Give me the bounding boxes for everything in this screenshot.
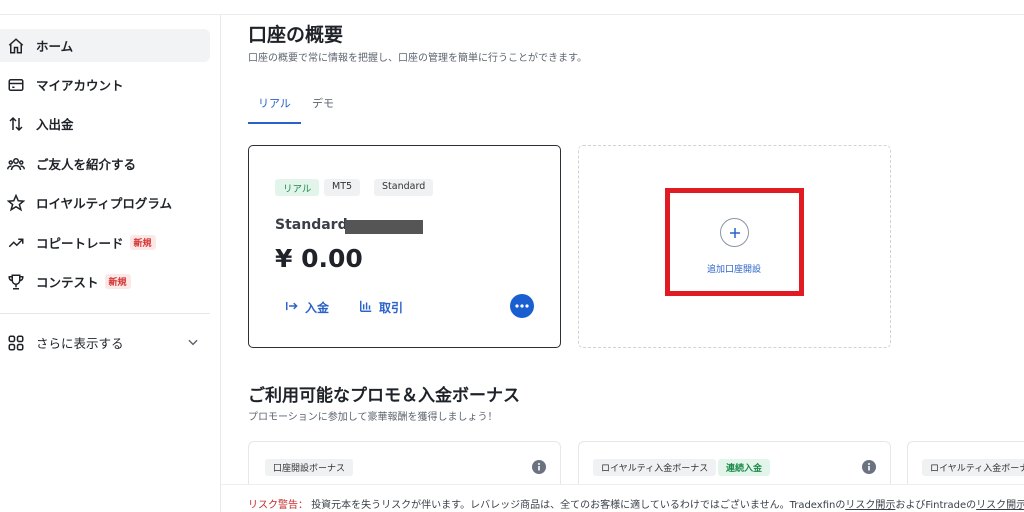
page-subtitle: 口座の概要で常に情報を把握し、口座の管理を簡単に行うことができます。 — [248, 53, 587, 64]
promo-tag: ロイヤルティ入金ボーナス — [593, 459, 717, 476]
wallet-icon — [6, 75, 26, 95]
redacted-account-number — [345, 220, 423, 234]
sidebar-item-my-account[interactable]: マイアカウント — [0, 68, 210, 101]
account-balance: ¥ 0.00 — [275, 244, 363, 273]
users-icon — [6, 154, 26, 174]
sidebar-item-label: コンテスト — [36, 275, 99, 290]
new-badge: 新規 — [129, 235, 156, 250]
promo-extra-tag: 連続入金 — [718, 459, 771, 476]
sidebar-item-copy-trade[interactable]: コピートレード 新規 — [0, 226, 210, 259]
trend-up-icon — [6, 233, 26, 253]
sidebar-item-refer-friends[interactable]: ご友人を紹介する — [0, 147, 210, 180]
page-title: 口座の概要 — [248, 24, 344, 46]
info-icon[interactable] — [862, 459, 876, 478]
trade-button[interactable]: 取引 — [359, 297, 403, 317]
sidebar-item-show-more[interactable]: さらに表示する — [0, 326, 210, 359]
new-badge: 新規 — [104, 274, 131, 289]
grid-icon — [6, 333, 26, 353]
sidebar-item-deposit-withdraw[interactable]: 入出金 — [0, 107, 210, 140]
promo-subtitle: プロモーションに参加して豪華報酬を獲得しましょう！ — [248, 412, 498, 423]
sidebar-item-label: さらに表示する — [36, 336, 124, 351]
star-icon — [6, 193, 26, 213]
top-bar — [0, 0, 1024, 15]
deposit-label: 入金 — [305, 300, 330, 315]
account-name: Standard — [275, 217, 348, 233]
sidebar-item-label: 入出金 — [36, 117, 74, 132]
home-icon — [6, 36, 26, 56]
sidebar-item-label: マイアカウント — [36, 78, 124, 93]
sidebar-item-home[interactable]: ホーム — [0, 29, 210, 62]
trade-label: 取引 — [379, 300, 404, 315]
app-root: ホーム マイアカウント 入出金 ご友人を紹介する ロイヤルティプログラム コピー… — [0, 0, 1024, 512]
risk-warning-bar: リスク警告： 投資元本を失うリスクが伴います。レバレッジ商品は、全てのお客様に適… — [221, 484, 1024, 512]
sidebar-item-loyalty[interactable]: ロイヤルティプログラム — [0, 186, 210, 219]
sidebar-divider — [0, 313, 210, 314]
info-icon[interactable] — [532, 459, 546, 478]
sidebar-item-label: ホーム — [36, 39, 74, 54]
account-type-tag: リアル — [275, 179, 320, 196]
tab-real[interactable]: リアル — [248, 88, 301, 124]
sidebar-item-contest[interactable]: コンテスト 新規 — [0, 265, 210, 298]
chevron-down-icon[interactable] — [186, 334, 200, 353]
ellipsis-icon — [515, 304, 529, 308]
login-arrow-icon — [285, 299, 299, 316]
risk-disclosure-link[interactable]: リスク開示 — [976, 500, 1024, 511]
risk-disclosure-link[interactable]: リスク開示 — [845, 500, 895, 511]
bar-chart-icon — [359, 299, 373, 316]
promo-title: ご利用可能なプロモ＆入金ボーナス — [248, 386, 520, 406]
highlight-box — [665, 188, 804, 296]
trophy-icon — [6, 272, 26, 292]
risk-warning-text: 投資元本を失うリスクが伴います。レバレッジ商品は、全てのお客様に適しているわけで… — [311, 500, 846, 511]
tab-demo[interactable]: デモ — [312, 88, 342, 124]
sidebar-item-label: ご友人を紹介する — [36, 157, 137, 172]
risk-warning-text: およびFintradeの — [895, 500, 977, 511]
promo-tag: 口座開設ボーナス — [265, 459, 354, 476]
sidebar: ホーム マイアカウント 入出金 ご友人を紹介する ロイヤルティプログラム コピー… — [0, 15, 221, 512]
promo-tag: ロイヤルティ入金ボーナス — [922, 459, 1024, 476]
transfer-arrows-icon — [6, 114, 26, 134]
account-class-tag: Standard — [374, 179, 434, 196]
platform-tag: MT5 — [324, 179, 361, 196]
sidebar-item-label: ロイヤルティプログラム — [36, 196, 173, 211]
account-card[interactable]: リアル MT5 Standard Standard ¥ 0.00 入金 取引 — [248, 145, 561, 348]
more-options-button[interactable] — [510, 294, 534, 318]
sidebar-item-label: コピートレード — [36, 236, 124, 251]
risk-warning-label: リスク警告： — [248, 500, 308, 511]
deposit-button[interactable]: 入金 — [285, 297, 329, 317]
